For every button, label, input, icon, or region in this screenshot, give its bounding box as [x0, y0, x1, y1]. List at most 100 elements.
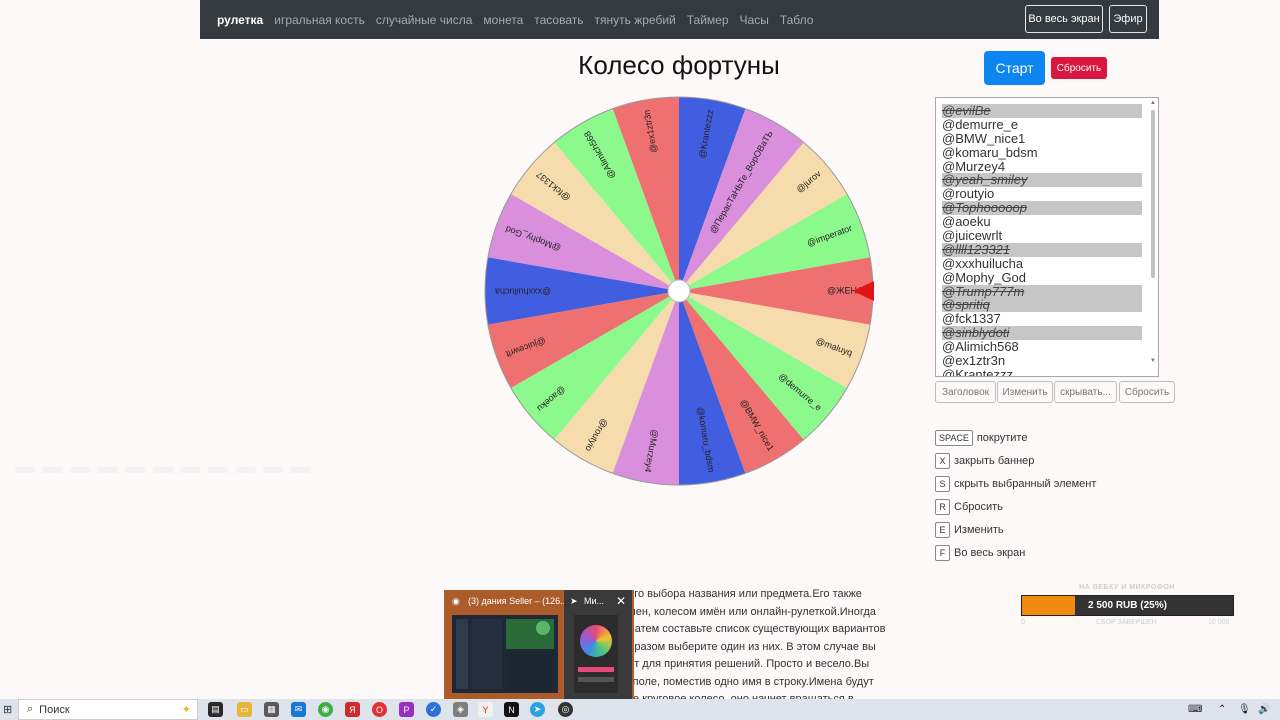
reset-button[interactable]: Сбросить — [1051, 57, 1107, 79]
explorer-icon[interactable]: ▭ — [237, 702, 252, 717]
name-entry[interactable]: @juicewrlt — [942, 229, 1142, 243]
name-entry[interactable]: @ex1ztr3n — [942, 354, 1142, 368]
name-entry[interactable]: @Trump777m — [942, 284, 1142, 299]
name-entry[interactable]: @Tophooooop — [942, 201, 1142, 216]
keyboard-icon[interactable]: ⌨ — [1188, 704, 1202, 715]
chrome-icon[interactable]: ◉ — [318, 702, 333, 717]
volume-icon[interactable]: 🔊 — [1258, 704, 1270, 715]
scroll-thumb[interactable] — [1151, 110, 1155, 278]
preview-window-browser[interactable]: ◉ (3) дания Seller – (126... — [446, 590, 568, 700]
microphone-icon[interactable]: 🎙 — [1238, 704, 1251, 715]
shortcut-row: Xзакрыть баннер — [935, 453, 1034, 469]
names-list: @evilBe @demurre_e @BMW_nice1 @komaru_bdsm @… — [942, 104, 1142, 376]
names-scrollbar[interactable]: ▲ ▼ — [1149, 100, 1157, 374]
live-button[interactable]: Эфир — [1109, 5, 1147, 33]
telegram-taskbar-icon[interactable]: ➤ — [530, 702, 545, 717]
opera-icon[interactable]: O — [372, 702, 387, 717]
list-reset-button[interactable]: Сбросить — [1119, 381, 1175, 403]
obs-icon[interactable]: ◎ — [558, 702, 573, 717]
chevron-up-icon[interactable]: ⌃ — [1218, 704, 1226, 715]
shortcut-row: SPACE покрутите — [935, 430, 1027, 446]
preview-window-telegram[interactable]: ➤ Ми... ✕ — [564, 590, 632, 700]
donation-progress-bar: 2 500 RUB (25%) — [1021, 595, 1234, 616]
wheel-hub — [667, 279, 691, 303]
windows-taskbar: ⊞ ⌕ Поиск ✦ ▤ ▭ ▦ ✉ ◉ Я O P ✓ ◈ Y N ➤ ◎ … — [0, 699, 1280, 720]
taskbar-preview: ◉ (3) дания Seller – (126... ➤ Ми... ✕ — [444, 590, 634, 700]
shortcut-row: E Изменить — [935, 522, 1004, 538]
name-entry[interactable]: @llll123321 — [942, 243, 1142, 257]
shortcut-key: X — [935, 453, 950, 469]
nav-link[interactable]: случайные числа — [376, 13, 473, 27]
preview-thumbnail-1 — [452, 615, 558, 693]
shortcut-label: Во весь экран — [954, 547, 1026, 559]
nav-link[interactable]: игральная кость — [274, 13, 365, 27]
description-line: м поле, поместив одно имя в строку.Имена… — [622, 675, 874, 688]
shortcut-key: R — [935, 499, 950, 515]
mail-icon[interactable]: ✉ — [291, 702, 306, 717]
scroll-down-icon[interactable]: ▼ — [1150, 358, 1156, 364]
shortcut-label: скрыть выбранный элемент — [954, 478, 1097, 490]
shortcut-label: покрутите — [976, 432, 1028, 444]
name-entry[interactable]: @xxxhuilucha — [942, 256, 1142, 271]
shortcut-row: Sскрыть выбранный элемент — [935, 476, 1096, 492]
faded-overlay-text: ▬ ▬ ▬ ▬ ▬ ▬ ▬ ▬ ▬ ▬ ▬ — [15, 456, 312, 478]
name-entry[interactable]: @routyio — [942, 187, 1142, 201]
donation-min: 0 — [1021, 619, 1025, 626]
nav-link[interactable]: Часы — [740, 13, 769, 27]
nav-link[interactable]: тасовать — [534, 13, 583, 27]
shortcut-key: F — [935, 545, 950, 561]
navbar: рулетка игральная кость случайные числа мон… — [200, 0, 1159, 39]
shortcut-label: Сбросить — [954, 501, 1003, 513]
shortcut-key: SPACE — [935, 430, 973, 446]
nav-link[interactable]: рулетка — [217, 13, 263, 27]
start-menu-icon[interactable]: ⊞ — [3, 703, 12, 716]
hide-button[interactable]: скрывать... — [1054, 381, 1117, 403]
search-placeholder: Поиск — [39, 703, 70, 716]
yandex-browser-icon[interactable]: Y — [478, 702, 493, 717]
name-entry[interactable]: @fck1337 — [942, 312, 1142, 326]
shield-icon[interactable]: ✓ — [426, 702, 441, 717]
shortcut-label: закрыть баннер — [954, 455, 1035, 467]
title-button[interactable]: Заголовок — [935, 381, 996, 403]
store-icon[interactable]: ▦ — [264, 702, 279, 717]
description-text: ного выбора названия или предмета.Его та… — [622, 586, 917, 709]
nav-links: рулетка игральная кость случайные числа мон… — [200, 0, 824, 39]
page-title: Колесо фортуны — [578, 50, 780, 80]
shortcut-row: F Во весь экран — [935, 545, 1025, 561]
yandex-icon[interactable]: Я — [345, 702, 360, 717]
preview-title-2: Ми... — [584, 596, 605, 606]
close-icon[interactable]: ✕ — [616, 594, 626, 608]
name-entry[interactable]: @Krantezzz — [942, 368, 1142, 376]
app-p-icon[interactable]: P — [399, 702, 414, 717]
edit-button[interactable]: Изменить — [997, 381, 1053, 403]
search-icon: ⌕ — [27, 703, 34, 715]
name-entry[interactable]: @sinblydoti — [942, 326, 1142, 341]
scroll-up-icon[interactable]: ▲ — [1150, 100, 1156, 106]
app-icon[interactable]: ◈ — [453, 702, 468, 717]
notion-icon[interactable]: N — [504, 702, 519, 717]
donation-amount: 2 500 RUB (25%) — [1088, 600, 1167, 611]
names-textarea[interactable]: @evilBe @demurre_e @BMW_nice1 @komaru_bdsm @… — [935, 97, 1159, 377]
name-entry[interactable]: @evilBe — [942, 104, 1142, 118]
name-entry[interactable]: @demurre_e — [942, 117, 1142, 132]
name-entry[interactable]: @yeah_smiley — [942, 173, 1142, 188]
fullscreen-button[interactable]: Во весь экран — [1025, 5, 1103, 33]
description-line: имен, колесом имён или онлайн-рулеткой.И… — [622, 605, 876, 618]
nav-link[interactable]: тянуть жребий — [595, 13, 676, 27]
shortcut-row: R Сбросить — [935, 499, 1003, 515]
nav-link[interactable]: Таймер — [687, 13, 729, 27]
name-entry[interactable]: @aoeku — [942, 215, 1142, 229]
start-button[interactable]: Старт — [984, 51, 1045, 85]
name-entry[interactable]: @BMW_nice1 — [942, 131, 1142, 146]
name-entry[interactable]: @komaru_bdsm — [942, 145, 1142, 160]
wheel-of-fortune[interactable]: @ЖЕНА@imperator@jurov@ПерасТаНЬТе_ВорОВа… — [480, 92, 880, 492]
name-entry[interactable]: @spritiq — [942, 298, 1142, 313]
nav-link[interactable]: монета — [483, 13, 523, 27]
taskbar-search[interactable]: ⌕ Поиск ✦ — [18, 699, 198, 720]
name-entry[interactable]: @Mophy_God — [942, 270, 1142, 285]
name-entry[interactable]: @Murzey4 — [942, 159, 1142, 174]
task-view-icon[interactable]: ▤ — [208, 702, 223, 717]
name-entry[interactable]: @Alimich568 — [942, 340, 1142, 354]
nav-link[interactable]: Табло — [780, 13, 814, 27]
preview-title-1: (3) дания Seller – (126... — [468, 596, 568, 606]
